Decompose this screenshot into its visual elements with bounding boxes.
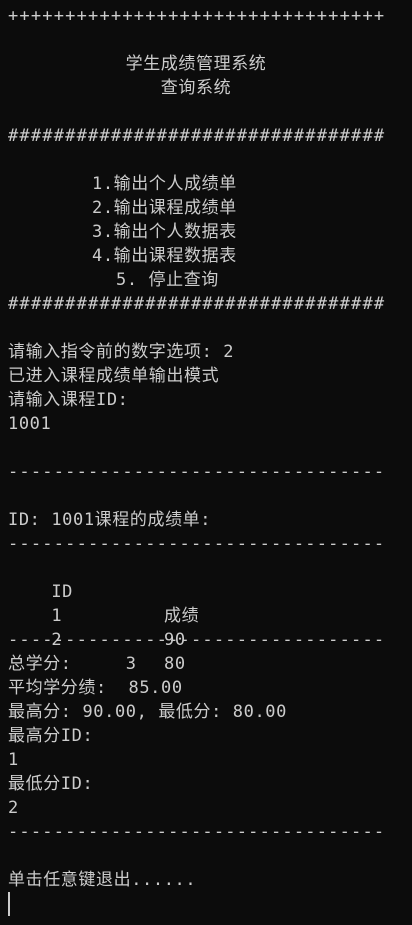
exit-prompt: 单击任意键退出......: [8, 870, 197, 890]
menu-item-1: 1.输出个人成绩单: [92, 174, 237, 194]
mode-message: 已进入课程成绩单输出模式: [8, 366, 220, 386]
prompt-course-id: 请输入课程ID:: [8, 390, 129, 410]
menu-item-2: 2.输出课程成绩单: [92, 198, 237, 218]
system-title: 学生成绩管理系统: [125, 54, 267, 74]
prompt-option: 请输入指令前的数字选项: 2: [8, 342, 235, 362]
menu-item-5: 5. 停止查询: [116, 270, 219, 290]
max-id-label: 最高分ID:: [8, 726, 94, 746]
min-id-label: 最低分ID:: [8, 774, 94, 794]
row-score: 80: [164, 654, 186, 674]
table-row: 2 80: [8, 604, 392, 674]
average-score: 平均学分绩: 85.00: [8, 678, 183, 698]
dash-line-2: ---------------------------------: [8, 534, 386, 554]
total-credit: 总学分: 3: [8, 654, 137, 674]
report-heading: ID: 1001课程的成绩单:: [8, 510, 212, 530]
dash-line-4: ---------------------------------: [8, 822, 386, 842]
plus-border: +++++++++++++++++++++++++++++++++: [8, 6, 386, 26]
system-subtitle: 查询系统: [160, 78, 232, 98]
text-cursor[interactable]: [8, 892, 10, 916]
dash-line-1: ---------------------------------: [8, 462, 386, 482]
table-header: ID 成绩: [8, 556, 392, 626]
menu-item-4: 4.输出课程数据表: [92, 246, 237, 266]
max-id-value: 1: [8, 750, 19, 770]
menu-item-3: 3.输出个人数据表: [92, 222, 237, 242]
dash-line-3: ---------------------------------: [8, 630, 386, 650]
console-window: +++++++++++++++++++++++++++++++++ 学生成绩管理…: [0, 0, 412, 925]
min-id-value: 2: [8, 798, 19, 818]
hash-border-bottom: #################################: [8, 294, 386, 314]
hash-border-top: #################################: [8, 126, 386, 146]
table-row: 1 90: [8, 580, 392, 650]
entered-course-id: 1001: [8, 414, 52, 434]
max-min-score: 最高分: 90.00, 最低分: 80.00: [8, 702, 287, 722]
